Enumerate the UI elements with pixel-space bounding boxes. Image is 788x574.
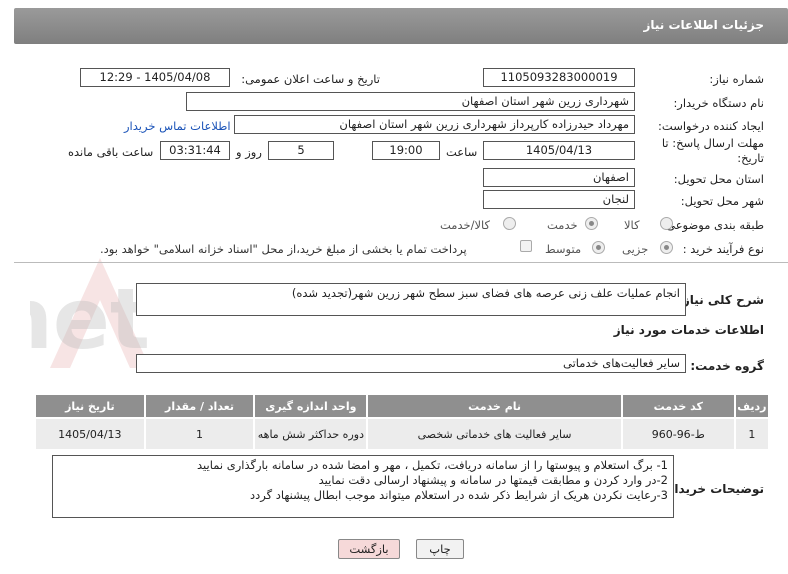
treasury-note: پرداخت تمام یا بخشی از مبلغ خرید،از محل … — [100, 242, 467, 256]
buyer-org-label: نام دستگاه خریدار: — [673, 96, 764, 110]
cell-service-code: ط-96-960 — [620, 417, 736, 451]
col-quantity-header: تعداد / مقدار — [143, 393, 256, 419]
header-bar: جزئیات اطلاعات نیاز — [14, 8, 788, 44]
buyer-notes-field: 1- برگ استعلام و پیوستها را از سامانه در… — [52, 455, 674, 518]
days-field: 5 — [268, 141, 334, 160]
province-field: اصفهان — [483, 168, 635, 187]
category-radio-goods-service[interactable] — [503, 217, 516, 230]
col-row-header: ردیف — [733, 393, 771, 419]
deadline-date-field: 1405/04/13 — [483, 141, 635, 160]
page-title: جزئیات اطلاعات نیاز — [643, 18, 764, 32]
process-radio-minor[interactable] — [660, 241, 673, 254]
services-table: ردیف کد خدمت نام خدمت واحد اندازه گیری ت… — [34, 393, 771, 451]
remaining-time-label: ساعت باقی مانده — [68, 145, 154, 159]
col-unit-header: واحد اندازه گیری — [253, 393, 369, 419]
category-option-service: خدمت — [547, 218, 578, 232]
deadline-time-label: ساعت — [446, 145, 478, 159]
section-divider — [14, 262, 788, 263]
treasury-checkbox[interactable] — [520, 240, 532, 252]
table-row: 1 ط-96-960 سایر فعالیت های خدماتی شخصی د… — [34, 417, 771, 451]
services-section-title: اطلاعات خدمات مورد نیاز — [613, 323, 764, 337]
buyer-note-line: 3-رعایت نکردن هریک از شرایط ذکر شده در ا… — [249, 488, 668, 502]
cell-service-name: سایر فعالیت های خدماتی شخصی — [366, 417, 623, 451]
cell-row-number: 1 — [733, 417, 771, 451]
watermark-text: AriaTender.net — [30, 270, 150, 368]
service-group-field: سایر فعالیت‌های خدماتی — [136, 354, 686, 373]
description-field: انجام عملیات علف زنی عرصه های فضای سبز س… — [136, 283, 686, 316]
col-need-date-header: تاریخ نیاز — [34, 393, 146, 419]
service-group-label: گروه خدمت: — [690, 359, 764, 373]
buyer-note-line: 2-در وارد کردن و مطابقت قیمتها در سامانه… — [318, 473, 668, 487]
buyer-notes-label: توضیحات خریدار: — [662, 482, 764, 496]
cell-unit: دوره حداکثر شش ماهه — [253, 417, 369, 451]
col-code-header: کد خدمت — [620, 393, 736, 419]
announce-datetime-field: 1405/04/08 - 12:29 — [80, 68, 230, 87]
city-label: شهر محل تحویل: — [680, 194, 764, 208]
back-button[interactable]: بازگشت — [338, 539, 400, 559]
deadline-label: مهلت ارسال پاسخ: تا تاریخ: — [661, 136, 764, 165]
need-number-label: شماره نیاز: — [709, 72, 764, 86]
category-option-goods: کالا — [624, 218, 640, 232]
description-label: شرح کلی نیاز: — [678, 293, 764, 307]
process-label: نوع فرآیند خرید : — [682, 242, 764, 256]
creator-field: مهرداد حیدرزاده کارپرداز شهرداری زرین شه… — [234, 115, 635, 134]
need-number-field: 1105093283000019 — [483, 68, 635, 87]
process-option-minor: جزیی — [622, 242, 649, 256]
city-field: لنجان — [483, 190, 635, 209]
buyer-org-field: شهرداری زرین شهر استان اصفهان — [186, 92, 635, 111]
category-label: طبقه بندی موضوعی: — [662, 218, 764, 232]
process-radio-medium[interactable] — [592, 241, 605, 254]
print-button[interactable]: چاپ — [416, 539, 464, 559]
buyer-contact-link[interactable]: اطلاعات تماس خریدار — [124, 119, 231, 133]
buyer-note-line: 1- برگ استعلام و پیوستها را از سامانه در… — [197, 458, 668, 472]
cell-quantity: 1 — [143, 417, 256, 451]
category-radio-goods[interactable] — [660, 217, 673, 230]
days-label: روز و — [236, 145, 262, 159]
remaining-time-field: 03:31:44 — [160, 141, 230, 160]
announce-label: تاریخ و ساعت اعلان عمومی: — [241, 72, 380, 86]
col-service-name-header: نام خدمت — [366, 393, 623, 419]
table-header-row: ردیف کد خدمت نام خدمت واحد اندازه گیری ت… — [34, 393, 771, 419]
category-option-goods-service: کالا/خدمت — [440, 218, 491, 232]
cell-need-date: 1405/04/13 — [34, 417, 146, 451]
deadline-time-field: 19:00 — [372, 141, 440, 160]
creator-label: ایجاد کننده درخواست: — [658, 119, 764, 133]
category-radio-service[interactable] — [585, 217, 598, 230]
province-label: استان محل تحویل: — [673, 172, 764, 186]
page: جزئیات اطلاعات نیاز AriaTender.net شماره… — [0, 0, 788, 574]
process-option-medium: متوسط — [545, 242, 582, 256]
